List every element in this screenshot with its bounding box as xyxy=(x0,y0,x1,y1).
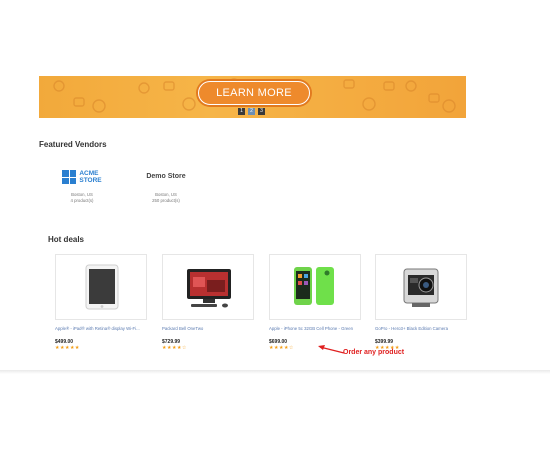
rating-stars: ★★★★★ xyxy=(55,345,80,351)
all-in-one-pc-icon xyxy=(187,269,231,308)
gopro-camera-icon xyxy=(403,268,439,307)
slide-dot-3[interactable]: 3 xyxy=(258,108,265,115)
hot-deals-title: Hot deals xyxy=(48,235,85,244)
product-image[interactable] xyxy=(375,254,467,320)
product-name[interactable]: Packard Bell OneTwo xyxy=(162,326,254,337)
product-card[interactable]: Packard Bell OneTwo $729.99 ★★★★☆ xyxy=(162,254,254,351)
vendor-product-count: 250 product(s) xyxy=(152,198,180,203)
acme-logo: ACME STORE xyxy=(47,168,117,186)
iphone-icon xyxy=(294,267,334,305)
product-card[interactable]: GoPro - Hero3+ Black Edition Camera $399… xyxy=(375,254,467,351)
vendor-name-line1: ACME xyxy=(79,170,99,177)
vendor-demo-store[interactable]: Demo Store Boston, US 250 product(s) xyxy=(131,168,201,204)
vendor-name-line2: STORE xyxy=(79,177,102,184)
slide-dot-1[interactable]: 1 xyxy=(238,108,245,115)
vendor-acme[interactable]: ACME STORE Boston, US 4 product(s) xyxy=(47,168,117,204)
slide-dot-2[interactable]: 2 xyxy=(248,108,255,115)
ipad-icon xyxy=(85,264,119,310)
product-name[interactable]: Apple - iPhone 5c 32GB Cell Phone - Gree… xyxy=(269,326,361,337)
order-annotation: Order any product xyxy=(343,349,405,356)
acme-store-icon xyxy=(62,170,77,184)
product-image[interactable] xyxy=(162,254,254,320)
product-name[interactable]: Apple® - iPad® with Retina® display Wi-F… xyxy=(55,326,147,337)
page-divider xyxy=(0,370,550,374)
demo-store-logo: Demo Store xyxy=(131,168,201,186)
product-card[interactable]: Apple - iPhone 5c 32GB Cell Phone - Gree… xyxy=(269,254,361,351)
slide-dots: 1 2 3 xyxy=(238,108,265,115)
product-image[interactable] xyxy=(269,254,361,320)
learn-more-button[interactable]: LEARN MORE xyxy=(198,81,310,105)
featured-vendors-title: Featured Vendors xyxy=(39,140,107,149)
vendor-product-count: 4 product(s) xyxy=(70,198,94,203)
product-card[interactable]: Apple® - iPad® with Retina® display Wi-F… xyxy=(55,254,147,351)
product-image[interactable] xyxy=(55,254,147,320)
rating-stars: ★★★★☆ xyxy=(162,345,187,351)
vendor-name: Demo Store xyxy=(146,173,186,180)
product-name[interactable]: GoPro - Hero3+ Black Edition Camera xyxy=(375,326,467,337)
